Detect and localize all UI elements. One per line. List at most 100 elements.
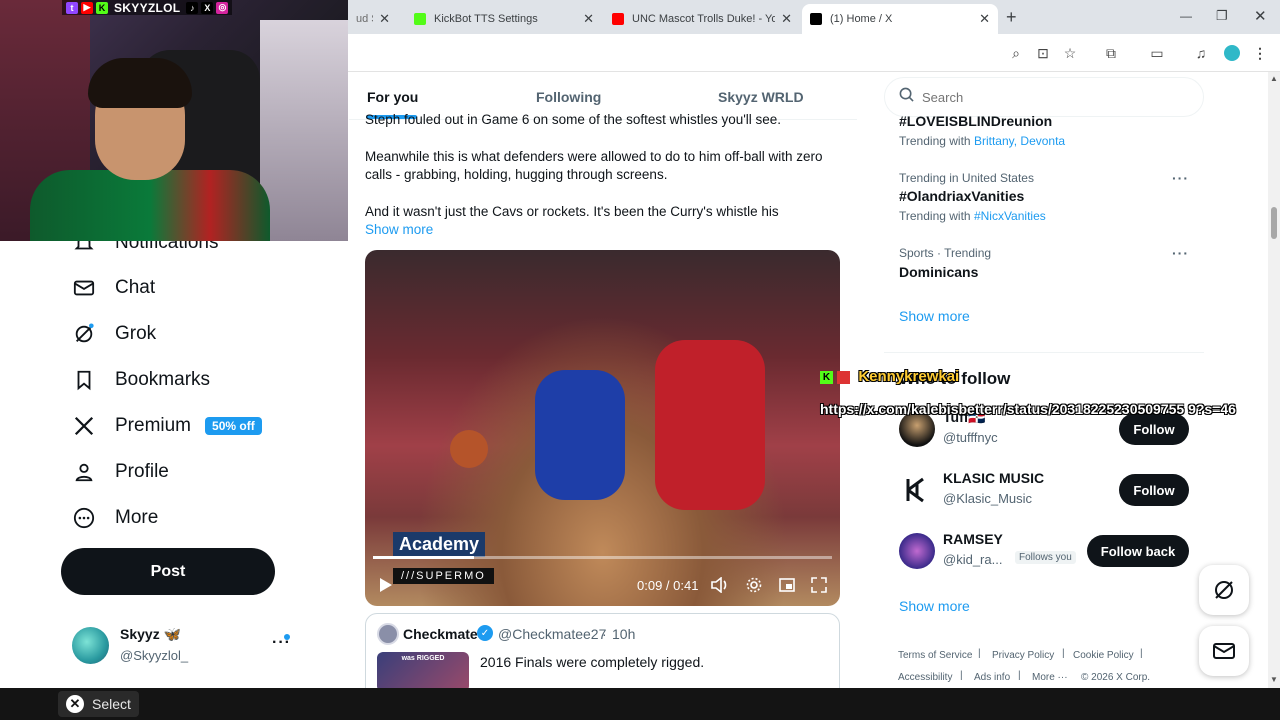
close-icon[interactable]: ✕ xyxy=(781,11,792,27)
new-tab-button[interactable]: + xyxy=(1006,7,1017,28)
messages-fab-button[interactable] xyxy=(1199,626,1249,676)
nav-bookmarks[interactable]: Bookmarks xyxy=(72,365,210,395)
scrollbar-thumb[interactable] xyxy=(1271,207,1277,239)
profile-icon[interactable] xyxy=(1222,43,1242,63)
account-name: Skyyz 🦋 xyxy=(120,626,182,642)
tab-skyyz-wrld[interactable]: Skyyz WRLD xyxy=(718,89,804,105)
trend-category: Sports · Trending xyxy=(899,246,992,260)
picture-in-picture-icon[interactable] xyxy=(778,576,796,594)
account-handle: @Skyyzlol_ xyxy=(120,648,189,663)
scroll-down-arrow-icon[interactable]: ▼ xyxy=(1270,675,1278,684)
x-favicon-icon xyxy=(810,13,822,25)
trend-name[interactable]: #OlandriaxVanities xyxy=(899,188,1024,204)
trend-related-label: Trending with xyxy=(899,134,971,148)
streamer-handle: SKYYZLOL xyxy=(114,0,181,15)
nav-premium[interactable]: Premium 50% off xyxy=(72,411,262,441)
browser-tab-active[interactable]: (1) Home / X ✕ xyxy=(802,4,998,34)
fullscreen-icon[interactable] xyxy=(810,576,828,594)
footer-more-link[interactable]: More ··· xyxy=(1032,672,1068,683)
kick-icon: K xyxy=(96,1,108,14)
search-bar[interactable] xyxy=(884,77,1204,117)
install-icon[interactable]: ⊡ xyxy=(1033,43,1053,63)
bookmark-star-icon[interactable]: ☆ xyxy=(1060,43,1080,63)
sidebar-divider xyxy=(884,352,1204,353)
show-more-link[interactable]: Show more xyxy=(365,222,433,237)
close-icon[interactable]: ✕ xyxy=(979,11,990,27)
nav-premium-label: Premium xyxy=(115,415,192,436)
tts-alert-header: K Kennykrewkai xyxy=(820,368,959,385)
footer-terms-link[interactable]: Terms of Service xyxy=(898,650,972,661)
trend-more-icon[interactable]: ··· xyxy=(1172,170,1189,186)
trend-more-icon[interactable]: ··· xyxy=(1172,245,1189,261)
webcam-background-bed xyxy=(260,20,348,241)
search-icon xyxy=(899,87,914,107)
suggestion-handle: @tufffnyc xyxy=(943,430,998,445)
footer-ads-link[interactable]: Ads info xyxy=(974,672,1010,683)
cast-icon[interactable]: ▭ xyxy=(1147,43,1167,63)
kebab-menu-icon[interactable]: ⋮ xyxy=(1250,43,1270,63)
browser-tab[interactable]: ud St ✕ xyxy=(348,4,398,34)
tts-username: Kennykrewkai xyxy=(858,368,960,385)
nav-grok[interactable]: Grok xyxy=(72,319,156,349)
footer-accessibility-link[interactable]: Accessibility xyxy=(898,672,952,683)
who-to-follow-show-more-link[interactable]: Show more xyxy=(899,598,970,614)
grok-icon xyxy=(1215,581,1233,599)
minimize-icon[interactable]: — xyxy=(1180,9,1192,23)
mail-icon xyxy=(1213,643,1235,659)
premium-discount-badge: 50% off xyxy=(205,417,262,435)
tweet-text-partial: Steph fouled out in Game 6 on some of th… xyxy=(365,113,782,127)
tts-alert-message: https://x.com/kalebisbetterr/status/2031… xyxy=(820,401,1236,417)
browser-tab[interactable]: UNC Mascot Trolls Duke! - YouTube ✕ xyxy=(604,4,800,34)
follow-button[interactable]: Follow xyxy=(1119,474,1189,506)
scroll-up-arrow-icon[interactable]: ▲ xyxy=(1270,74,1278,83)
avatar xyxy=(72,627,109,664)
search-input[interactable] xyxy=(922,89,1182,105)
follow-back-button[interactable]: Follow back xyxy=(1087,535,1189,567)
tab-title: ud St xyxy=(356,13,373,25)
nav-more-label: More xyxy=(115,507,159,528)
play-icon[interactable] xyxy=(377,576,395,594)
post-button[interactable]: Post xyxy=(61,548,275,595)
close-icon[interactable]: ✕ xyxy=(66,695,84,713)
trend-related-link[interactable]: Brittany, Devonta xyxy=(974,134,1065,148)
bottom-selection-bar: ✕ Select xyxy=(0,688,1280,720)
trend-name[interactable]: #LOVEISBLINDreunion xyxy=(899,116,1052,128)
video-player[interactable]: Academy ///SUPERMO 0:09 / 0:41 xyxy=(365,250,840,606)
close-window-icon[interactable]: ✕ xyxy=(1254,7,1267,25)
browser-tab[interactable]: KickBot TTS Settings ✕ xyxy=(406,4,602,34)
media-controls-icon[interactable]: ♫ xyxy=(1191,43,1211,63)
trends-show-more-link[interactable]: Show more xyxy=(899,308,970,324)
nav-profile[interactable]: Profile xyxy=(72,457,169,487)
video-progress-fill xyxy=(373,556,474,559)
browser-toolbar: ⌕ ⊡ ☆ ⧉ ▭ ♫ ⋮ xyxy=(348,34,1280,72)
grok-fab-button[interactable] xyxy=(1199,565,1249,615)
select-button[interactable]: ✕ Select xyxy=(58,691,139,717)
page-scrollbar[interactable]: ▲ ▼ xyxy=(1268,72,1280,688)
volume-icon[interactable] xyxy=(711,576,729,594)
trend-category: Trending in United States xyxy=(899,171,1034,185)
account-switcher[interactable]: Skyyz 🦋 @Skyyzlol_ ··· xyxy=(72,626,292,666)
trend-related-link[interactable]: #NicxVanities xyxy=(974,209,1046,223)
footer-privacy-link[interactable]: Privacy Policy xyxy=(992,650,1054,661)
suggestion-name: RAMSEY xyxy=(943,531,1003,547)
twitch-icon: t xyxy=(66,1,78,14)
nav-chat[interactable]: Chat xyxy=(72,273,155,303)
footer-cookie-link[interactable]: Cookie Policy xyxy=(1073,650,1134,661)
footer-copyright: © 2026 X Corp. xyxy=(1081,672,1151,683)
x-logo-icon xyxy=(72,414,96,438)
maximize-icon[interactable]: ❐ xyxy=(1216,8,1228,24)
video-progress-bar[interactable] xyxy=(373,556,832,559)
nav-more[interactable]: More xyxy=(72,503,158,533)
suggestion-name: KLASIC MUSIC xyxy=(943,470,1045,486)
close-icon[interactable]: ✕ xyxy=(379,11,390,27)
follows-you-badge: Follows you xyxy=(1015,551,1076,564)
settings-gear-icon[interactable] xyxy=(745,576,763,594)
mail-icon xyxy=(72,276,96,300)
close-icon[interactable]: ✕ xyxy=(583,11,594,27)
trend-name[interactable]: Dominicans xyxy=(899,264,978,280)
tab-for-you[interactable]: For you xyxy=(367,89,418,105)
kickbot-favicon-icon xyxy=(414,13,426,25)
tab-following[interactable]: Following xyxy=(536,89,601,105)
extensions-icon[interactable]: ⧉ xyxy=(1101,43,1121,63)
zoom-icon[interactable]: ⌕ xyxy=(1006,43,1026,63)
